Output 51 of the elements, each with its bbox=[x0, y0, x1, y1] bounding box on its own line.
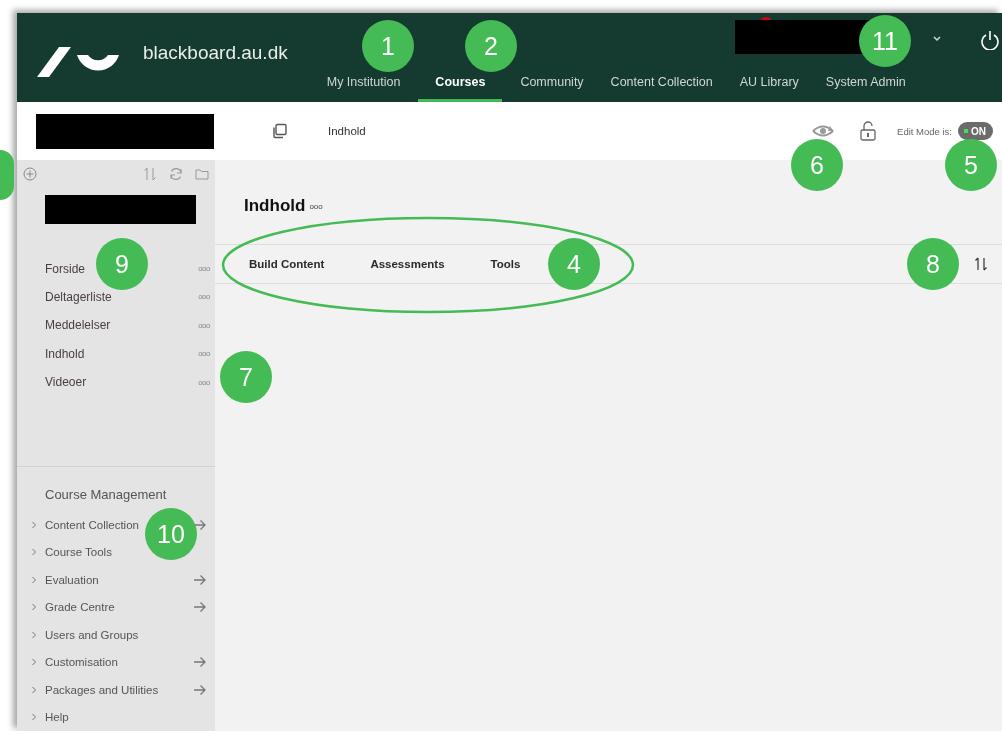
arrow-right-icon[interactable] bbox=[193, 573, 207, 586]
nav-tab[interactable]: System Admin bbox=[816, 75, 915, 102]
folder-icon[interactable] bbox=[195, 166, 209, 181]
nav-tab[interactable]: Content Collection bbox=[601, 75, 722, 102]
chevron-right-icon[interactable] bbox=[31, 713, 37, 722]
logo-icon bbox=[37, 47, 121, 77]
menu-item[interactable]: Meddelelser bbox=[45, 318, 111, 333]
chevron-right-icon[interactable] bbox=[31, 520, 37, 529]
arrow-right-icon[interactable] bbox=[193, 518, 207, 531]
sort-icon[interactable] bbox=[974, 257, 988, 271]
section-heading: Course Management bbox=[45, 487, 168, 504]
chevron-right-icon[interactable] bbox=[31, 548, 37, 557]
arrow-right-icon[interactable] bbox=[193, 683, 207, 696]
management-item[interactable]: Help bbox=[45, 711, 69, 724]
edit-mode-label: Edit Mode is: bbox=[897, 125, 952, 137]
management-item[interactable]: Customisation bbox=[45, 656, 118, 669]
management-item[interactable]: Grade Centre bbox=[45, 601, 115, 614]
arrow-right-icon[interactable] bbox=[193, 656, 207, 669]
action-tab[interactable]: Assessments bbox=[370, 258, 445, 270]
chevron-right-icon[interactable] bbox=[31, 685, 37, 694]
edit-mode-toggle[interactable]: ON bbox=[958, 122, 993, 140]
chevron-down-icon[interactable] bbox=[932, 35, 942, 43]
chevron-right-icon[interactable] bbox=[31, 658, 37, 667]
menu-item[interactable]: Indhold bbox=[45, 346, 85, 361]
action-tab[interactable]: Tools bbox=[490, 258, 521, 270]
nav-tab[interactable]: Community bbox=[511, 75, 593, 102]
chevron-right-icon[interactable] bbox=[31, 603, 37, 612]
management-item[interactable]: Evaluation bbox=[45, 573, 99, 586]
power-icon[interactable] bbox=[980, 30, 1000, 50]
menu-item[interactable]: Videoer bbox=[45, 375, 87, 390]
more-options[interactable]: ooo bbox=[309, 201, 323, 211]
arrow-right-icon[interactable] bbox=[193, 601, 207, 614]
menu-item[interactable]: Forside bbox=[45, 261, 85, 276]
management-item[interactable]: Packages and Utilities bbox=[45, 683, 159, 696]
unlocked-padlock-icon[interactable] bbox=[859, 121, 878, 141]
breadcrumb-item[interactable]: Indhold bbox=[328, 125, 366, 137]
chevron-right-icon[interactable] bbox=[31, 575, 37, 584]
management-item[interactable]: Course Tools bbox=[45, 546, 112, 559]
copy-icon[interactable] bbox=[272, 123, 288, 139]
nav-tab[interactable]: AU Library bbox=[730, 75, 808, 102]
chevron-right-icon[interactable] bbox=[31, 630, 37, 639]
nav-tab[interactable]: My Institution bbox=[317, 75, 410, 102]
add-circle-icon[interactable] bbox=[23, 166, 37, 181]
management-item[interactable]: Content Collection bbox=[45, 518, 139, 531]
page-title: Indhold bbox=[244, 196, 306, 216]
action-tab[interactable]: Build Content bbox=[249, 258, 325, 270]
refresh-icon[interactable] bbox=[169, 166, 183, 181]
site-name: blackboard.au.dk bbox=[143, 42, 288, 65]
callout-badge bbox=[0, 150, 14, 200]
menu-item[interactable]: Deltagerliste bbox=[45, 289, 112, 304]
management-item[interactable]: Users and Groups bbox=[45, 628, 139, 641]
